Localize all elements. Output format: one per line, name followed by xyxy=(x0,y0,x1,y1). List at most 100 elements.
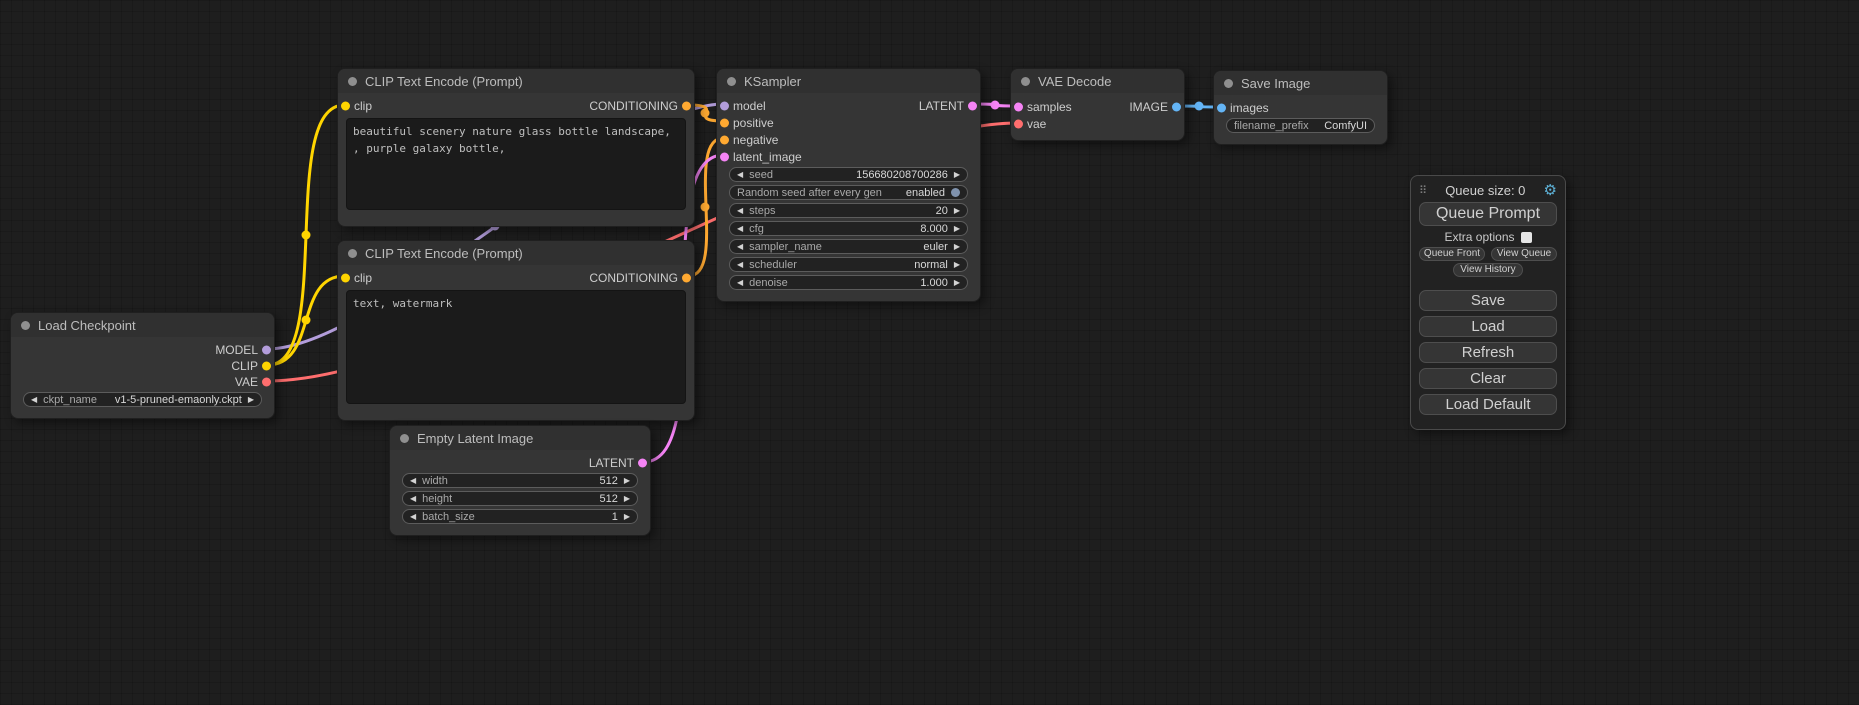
samples-input-slot[interactable] xyxy=(1014,102,1023,111)
conditioning-output-slot[interactable] xyxy=(682,101,691,110)
latent-output-slot[interactable] xyxy=(968,101,977,110)
clear-button[interactable]: Clear xyxy=(1419,368,1557,389)
node-save-image[interactable]: Save Image images filename_prefix ComfyU… xyxy=(1213,70,1388,145)
drag-handle-icon[interactable]: ⠿ xyxy=(1419,184,1427,197)
prev-value-icon[interactable]: ◀ xyxy=(737,261,743,269)
view-queue-button[interactable]: View Queue xyxy=(1491,247,1557,261)
collapse-dot-icon[interactable] xyxy=(1021,77,1030,86)
clip-input-slot[interactable] xyxy=(341,101,350,110)
clip-input-slot[interactable] xyxy=(341,273,350,282)
model-input-slot[interactable] xyxy=(720,101,729,110)
negative-prompt-textarea[interactable]: text, watermark xyxy=(346,290,686,404)
node-clip-text-encode-negative[interactable]: CLIP Text Encode (Prompt) clip CONDITION… xyxy=(337,240,695,421)
widget-label: denoise xyxy=(749,277,788,289)
scheduler-widget[interactable]: ◀ scheduler normal ▶ xyxy=(729,257,968,272)
clip-output-slot[interactable] xyxy=(262,362,271,371)
sampler-name-widget[interactable]: ◀ sampler_name euler ▶ xyxy=(729,239,968,254)
increment-icon[interactable]: ▶ xyxy=(954,207,960,215)
latent-image-input-slot[interactable] xyxy=(720,152,729,161)
next-value-icon[interactable]: ▶ xyxy=(954,243,960,251)
decrement-icon[interactable]: ◀ xyxy=(737,207,743,215)
increment-icon[interactable]: ▶ xyxy=(954,171,960,179)
refresh-button[interactable]: Refresh xyxy=(1419,342,1557,363)
link-midpoint-dot[interactable] xyxy=(701,109,710,118)
random-seed-toggle-widget[interactable]: Random seed after every gen enabled xyxy=(729,185,968,200)
image-output-slot[interactable] xyxy=(1172,102,1181,111)
link-midpoint-dot[interactable] xyxy=(1195,102,1204,111)
decrement-icon[interactable]: ◀ xyxy=(737,279,743,287)
collapse-dot-icon[interactable] xyxy=(1224,79,1233,88)
vae-output-slot[interactable] xyxy=(262,378,271,387)
widget-label: filename_prefix xyxy=(1234,120,1309,132)
queue-front-button[interactable]: Queue Front xyxy=(1419,247,1485,261)
extra-options-checkbox[interactable] xyxy=(1521,232,1532,243)
widget-label: height xyxy=(422,493,452,505)
widget-label: cfg xyxy=(749,223,764,235)
node-empty-latent-image[interactable]: Empty Latent Image LATENT ◀ width 512 ▶ … xyxy=(389,425,651,536)
model-output-slot[interactable] xyxy=(262,346,271,355)
load-default-button[interactable]: Load Default xyxy=(1419,394,1557,415)
output-label-vae: VAE xyxy=(235,375,258,389)
height-widget[interactable]: ◀ height 512 ▶ xyxy=(402,491,638,506)
increment-icon[interactable]: ▶ xyxy=(624,477,630,485)
cfg-widget[interactable]: ◀ cfg 8.000 ▶ xyxy=(729,221,968,236)
node-ksampler[interactable]: KSampler model LATENT positive negative … xyxy=(716,68,981,302)
link-midpoint-dot[interactable] xyxy=(991,101,1000,110)
decrement-icon[interactable]: ◀ xyxy=(737,171,743,179)
positive-prompt-textarea[interactable]: beautiful scenery nature glass bottle la… xyxy=(346,118,686,210)
node-vae-decode[interactable]: VAE Decode samples IMAGE vae xyxy=(1010,68,1185,141)
node-title-bar[interactable]: Empty Latent Image xyxy=(390,426,650,450)
node-title-bar[interactable]: VAE Decode xyxy=(1011,69,1184,93)
link-midpoint-dot[interactable] xyxy=(302,316,311,325)
node-title-bar[interactable]: CLIP Text Encode (Prompt) xyxy=(338,241,694,265)
increment-icon[interactable]: ▶ xyxy=(954,225,960,233)
node-title-bar[interactable]: Save Image xyxy=(1214,71,1387,95)
decrement-icon[interactable]: ◀ xyxy=(410,477,416,485)
output-label-conditioning: CONDITIONING xyxy=(589,99,678,113)
link-midpoint-dot[interactable] xyxy=(302,231,311,240)
vae-input-slot[interactable] xyxy=(1014,119,1023,128)
toggle-state-dot[interactable] xyxy=(951,188,960,197)
negative-input-slot[interactable] xyxy=(720,135,729,144)
increment-icon[interactable]: ▶ xyxy=(624,495,630,503)
next-value-icon[interactable]: ▶ xyxy=(248,396,254,404)
node-load-checkpoint[interactable]: Load Checkpoint MODEL CLIP VAE ◀ ckpt_na… xyxy=(10,312,275,419)
view-history-button[interactable]: View History xyxy=(1453,263,1523,277)
decrement-icon[interactable]: ◀ xyxy=(737,225,743,233)
node-title-bar[interactable]: CLIP Text Encode (Prompt) xyxy=(338,69,694,93)
queue-panel-header[interactable]: ⠿ Queue size: 0 ⚙ xyxy=(1419,181,1557,199)
batch-size-widget[interactable]: ◀ batch_size 1 ▶ xyxy=(402,509,638,524)
collapse-dot-icon[interactable] xyxy=(727,77,736,86)
latent-output-slot[interactable] xyxy=(638,458,647,467)
queue-prompt-button[interactable]: Queue Prompt xyxy=(1419,202,1557,226)
widget-label: seed xyxy=(749,169,773,181)
collapse-dot-icon[interactable] xyxy=(348,249,357,258)
steps-widget[interactable]: ◀ steps 20 ▶ xyxy=(729,203,968,218)
filename-prefix-widget[interactable]: filename_prefix ComfyUI xyxy=(1226,118,1375,133)
increment-icon[interactable]: ▶ xyxy=(624,513,630,521)
decrement-icon[interactable]: ◀ xyxy=(410,495,416,503)
images-input-slot[interactable] xyxy=(1217,103,1226,112)
node-title-bar[interactable]: KSampler xyxy=(717,69,980,93)
positive-input-slot[interactable] xyxy=(720,118,729,127)
link-midpoint-dot[interactable] xyxy=(701,203,710,212)
next-value-icon[interactable]: ▶ xyxy=(954,261,960,269)
prev-value-icon[interactable]: ◀ xyxy=(31,396,37,404)
load-button[interactable]: Load xyxy=(1419,316,1557,337)
settings-gear-icon[interactable]: ⚙ xyxy=(1544,183,1557,198)
conditioning-output-slot[interactable] xyxy=(682,273,691,282)
node-title-bar[interactable]: Load Checkpoint xyxy=(11,313,274,337)
collapse-dot-icon[interactable] xyxy=(21,321,30,330)
increment-icon[interactable]: ▶ xyxy=(954,279,960,287)
collapse-dot-icon[interactable] xyxy=(348,77,357,86)
save-button[interactable]: Save xyxy=(1419,290,1557,311)
width-widget[interactable]: ◀ width 512 ▶ xyxy=(402,473,638,488)
prev-value-icon[interactable]: ◀ xyxy=(737,243,743,251)
node-clip-text-encode-positive[interactable]: CLIP Text Encode (Prompt) clip CONDITION… xyxy=(337,68,695,227)
denoise-widget[interactable]: ◀ denoise 1.000 ▶ xyxy=(729,275,968,290)
decrement-icon[interactable]: ◀ xyxy=(410,513,416,521)
ckpt-name-widget[interactable]: ◀ ckpt_name v1-5-pruned-emaonly.ckpt ▶ xyxy=(23,392,262,407)
collapse-dot-icon[interactable] xyxy=(400,434,409,443)
node-title: CLIP Text Encode (Prompt) xyxy=(365,246,523,261)
seed-widget[interactable]: ◀ seed 156680208700286 ▶ xyxy=(729,167,968,182)
